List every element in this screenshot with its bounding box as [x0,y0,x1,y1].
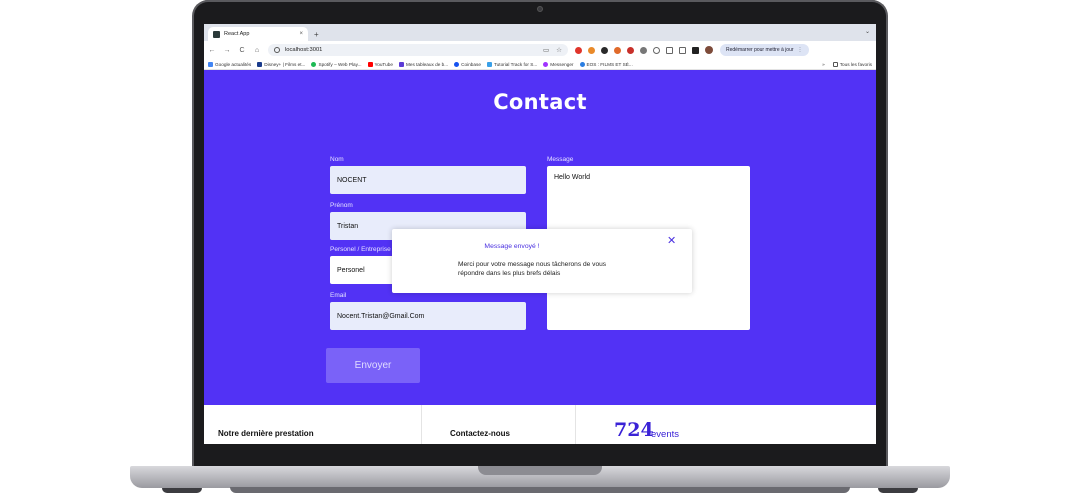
modal-message: Merci pour votre message nous tâcherons … [458,261,607,277]
nom-field[interactable]: NOCENT [330,166,526,194]
coinbase-icon [454,61,460,67]
bookmark-label: Spotify – Web Play... [318,61,362,67]
laptop-notch [478,466,602,475]
email-field[interactable]: Nocent.Tristan@Gmail.Com [330,302,526,330]
all-bookmarks-button[interactable]: Tous les favoris [832,61,872,67]
metamask-extension-icon[interactable] [588,46,595,54]
bookmark-label: Disney+ | Films et... [264,61,306,67]
contact-us-heading: Contactez-nous [450,429,510,438]
bookmark-coinbase[interactable]: Coinbase [454,61,481,67]
laptop-foot [162,488,202,493]
bookmarks-bar: Google actualités Disney+ | Films et... … [204,59,876,70]
bookmark-spotify[interactable]: Spotify – Web Play... [311,61,362,67]
tab-search-icon[interactable]: ⌄ [865,28,870,35]
extension-icon[interactable] [601,46,608,54]
bookmark-tutorial[interactable]: Tutorial Track for S... [486,61,538,67]
bookmark-google-news[interactable]: Google actualités [208,61,252,67]
contact-section: Contact Nom NOCENT Prénom Tristan Person… [204,70,876,405]
nom-label: Nom [330,156,344,163]
footer: Notre dernière prestation Contactez-nous… [204,405,876,444]
tab-strip: React App × + ⌄ [204,24,876,41]
extension-icon[interactable] [614,46,621,54]
laptop-screen: React App × + ⌄ ← → C ⌂ localhost:3001 ▭… [204,24,876,444]
profile-avatar[interactable] [705,46,713,54]
laptop-base-bottom [230,487,850,493]
tab-react-app[interactable]: React App × [208,27,308,41]
footer-col-last-work: Notre dernière prestation [204,405,422,444]
modal-title: Message envoyé ! [484,243,540,250]
restart-update-button[interactable]: Redémarrer pour mettre à jour ⋮ [720,44,809,56]
side-panel-icon[interactable] [692,46,699,54]
bookmark-eos[interactable]: EOS : FILMS ET SÉ... [579,61,633,67]
bookmark-messenger[interactable]: Messenger [543,61,574,67]
new-tab-button[interactable]: + [314,30,319,39]
bookmark-star-icon[interactable]: ☆ [556,46,562,54]
browser-menu-icon[interactable]: ⋮ [798,47,803,53]
download-icon[interactable] [679,46,686,54]
bookmark-trello[interactable]: Mes tableaux de b... [398,61,449,67]
send-button[interactable]: Envoyer [326,348,420,383]
bookmark-label: Messenger [550,61,574,67]
type-label: Personel / Entreprise [330,246,391,253]
camera-icon [537,6,543,12]
last-work-heading: Notre dernière prestation [218,429,314,438]
forward-icon[interactable]: → [223,47,231,54]
react-favicon-icon [213,30,220,38]
bookmark-youtube[interactable]: YouTube [367,61,393,67]
opera-extension-icon[interactable] [575,46,582,54]
extension-icon[interactable] [640,46,647,54]
back-icon[interactable]: ← [208,47,216,54]
install-app-icon[interactable]: ▭ [543,46,549,54]
bookmark-label: EOS : FILMS ET SÉ... [586,61,633,67]
tutorial-icon [486,61,492,67]
extensions-bar [575,46,713,54]
tab-title: React App [224,31,250,37]
message-label: Message [547,156,574,163]
eos-icon [579,61,585,67]
success-modal: Message envoyé ! Merci pour votre messag… [392,229,692,293]
address-bar[interactable]: localhost:3001 ▭ ☆ [268,44,568,56]
extension-icon[interactable] [627,46,634,54]
spotify-icon [311,61,317,67]
restart-update-label: Redémarrer pour mettre à jour [726,47,794,53]
bookmark-disney[interactable]: Disney+ | Films et... [257,61,306,67]
reading-list-icon[interactable] [666,46,673,54]
trello-icon [398,61,404,67]
google-news-icon [208,61,213,67]
url-text: localhost:3001 [285,47,323,53]
events-count: 724 [614,419,654,441]
close-icon[interactable]: ✕ [667,234,676,247]
email-label: Email [330,292,347,299]
bookmark-label: Mes tableaux de b... [405,61,449,67]
bookmark-label: Tutorial Track for S... [493,61,538,67]
messenger-icon [543,61,549,67]
more-bookmarks-button[interactable]: » [822,62,825,67]
bookmark-label: Google actualités [215,61,252,67]
footer-col-contact: Contactez-nous [422,405,576,444]
reload-icon[interactable]: C [238,47,246,54]
bookmark-label: Coinbase [461,61,481,67]
all-bookmarks-label: Tous les favoris [839,61,872,67]
events-label: events [651,429,679,440]
extensions-puzzle-icon[interactable] [653,46,660,54]
home-icon[interactable]: ⌂ [253,47,261,54]
web-page: Contact Nom NOCENT Prénom Tristan Person… [204,70,876,444]
site-info-icon[interactable] [274,47,280,53]
browser-toolbar: ← → C ⌂ localhost:3001 ▭ ☆ Redémarrer po… [204,41,876,59]
youtube-icon [367,61,373,67]
folder-icon [832,61,838,67]
prenom-label: Prénom [330,202,353,209]
tab-close-icon[interactable]: × [299,31,303,37]
bookmark-label: YouTube [374,61,393,67]
laptop-foot [878,488,918,493]
disney-icon [257,61,263,67]
page-title: Contact [493,90,587,114]
